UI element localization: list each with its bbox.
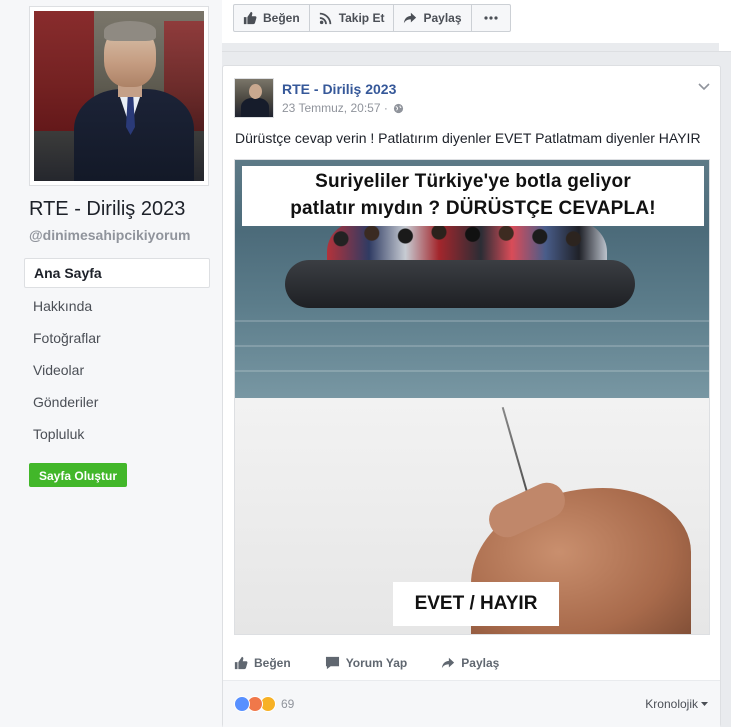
post-timestamp[interactable]: 23 Temmuz, 20:57 · bbox=[282, 101, 388, 115]
comment-sort-label: Kronolojik bbox=[645, 697, 698, 711]
post-footer: 69 Kronolojik bbox=[223, 681, 720, 727]
thumbs-up-icon bbox=[243, 11, 257, 25]
image-caption: Suriyeliler Türkiye'ye botla geliyor pat… bbox=[242, 166, 704, 226]
page-nav: Ana Sayfa Hakkında Fotoğraflar Videolar … bbox=[24, 258, 210, 450]
caret-down-icon bbox=[701, 701, 708, 707]
nav-item-posts[interactable]: Gönderiler bbox=[24, 386, 210, 418]
follow-label: Takip Et bbox=[338, 11, 385, 25]
post-share-label: Paylaş bbox=[461, 656, 500, 670]
post-meta: 23 Temmuz, 20:57 · bbox=[282, 101, 404, 115]
post-like-button[interactable]: Beğen bbox=[234, 652, 291, 674]
post-comment-button[interactable]: Yorum Yap bbox=[325, 652, 408, 674]
page-share-label: Paylaş bbox=[423, 11, 462, 25]
more-options-button[interactable] bbox=[470, 4, 511, 32]
nav-item-about[interactable]: Hakkında bbox=[24, 290, 210, 322]
profile-photo bbox=[34, 11, 204, 181]
post-comment-label: Yorum Yap bbox=[345, 656, 408, 670]
create-page-button[interactable]: Sayfa Oluştur bbox=[29, 463, 128, 487]
share-arrow-icon bbox=[403, 11, 417, 25]
post-like-label: Beğen bbox=[254, 656, 291, 670]
reactions-summary[interactable]: 69 bbox=[234, 696, 294, 712]
page-like-label: Beğen bbox=[263, 11, 300, 25]
reaction-count: 69 bbox=[281, 697, 295, 711]
post-options-chevron-icon[interactable] bbox=[698, 78, 710, 96]
page-like-button[interactable]: Beğen bbox=[233, 4, 310, 32]
post-text: Dürüstçe cevap verin ! Patlatırım diyenl… bbox=[235, 130, 701, 146]
page-handle[interactable]: @dinimesahipcikiyorum bbox=[29, 227, 190, 243]
rss-icon bbox=[319, 11, 333, 25]
image-caption-line2: patlatır mıydın ? DÜRÜSTÇE CEVAPLA! bbox=[290, 198, 656, 219]
post-share-button[interactable]: Paylaş bbox=[441, 652, 499, 674]
post-card: RTE - Diriliş 2023 23 Temmuz, 20:57 · Dü… bbox=[222, 65, 721, 727]
more-icon bbox=[483, 16, 498, 20]
post-actions: Beğen Yorum Yap Paylaş bbox=[234, 652, 710, 674]
page-action-buttons: Beğen Takip Et Paylaş bbox=[233, 4, 511, 32]
post-author-name[interactable]: RTE - Diriliş 2023 bbox=[282, 81, 396, 97]
comment-sort-dropdown[interactable]: Kronolojik bbox=[645, 697, 708, 711]
thumbs-up-icon bbox=[234, 656, 248, 670]
share-arrow-icon bbox=[441, 656, 455, 670]
image-boat-scene: Suriyeliler Türkiye'ye botla geliyor pat… bbox=[235, 160, 709, 398]
globe-icon bbox=[393, 103, 404, 114]
page-name[interactable]: RTE - Diriliş 2023 bbox=[29, 198, 185, 221]
image-needle-scene: EVET / HAYIR bbox=[235, 398, 709, 634]
follow-button[interactable]: Takip Et bbox=[308, 4, 395, 32]
page-share-button[interactable]: Paylaş bbox=[393, 4, 472, 32]
left-sidebar: RTE - Diriliş 2023 @dinimesahipcikiyorum… bbox=[0, 0, 222, 727]
image-answer-label: EVET / HAYIR bbox=[393, 582, 559, 626]
nav-item-community[interactable]: Topluluk bbox=[24, 418, 210, 450]
page-action-bar: Beğen Takip Et Paylaş bbox=[222, 0, 731, 52]
nav-item-videos[interactable]: Videolar bbox=[24, 354, 210, 386]
like-reaction-icon bbox=[234, 696, 250, 712]
comment-bubble-icon bbox=[325, 656, 340, 670]
post-image[interactable]: Suriyeliler Türkiye'ye botla geliyor pat… bbox=[234, 159, 710, 635]
nav-item-photos[interactable]: Fotoğraflar bbox=[24, 322, 210, 354]
nav-item-home[interactable]: Ana Sayfa bbox=[24, 258, 210, 288]
profile-picture[interactable] bbox=[29, 6, 209, 186]
image-caption-line1: Suriyeliler Türkiye'ye botla geliyor bbox=[315, 171, 631, 192]
post-author-avatar[interactable] bbox=[234, 78, 274, 118]
